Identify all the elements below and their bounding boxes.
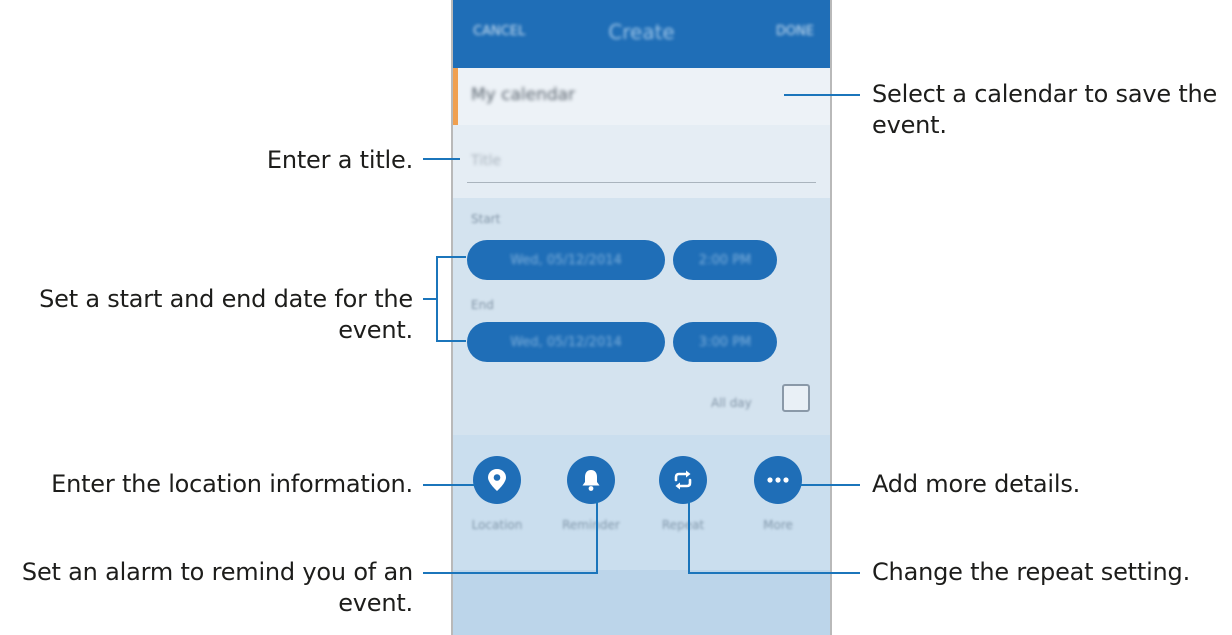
reminder-button[interactable]: [567, 456, 615, 504]
start-date-button[interactable]: Wed, 05/12/2014: [467, 240, 665, 280]
start-label: Start: [471, 212, 501, 226]
callout-line-repeat-vertical: [688, 501, 690, 574]
callout-line-calendar: [784, 94, 860, 96]
action-bar: Location Reminder Repeat More: [453, 435, 830, 570]
bottom-area: [453, 570, 830, 635]
callout-line-location: [423, 484, 475, 486]
title-input[interactable]: Title: [471, 153, 501, 169]
annotation-reminder: Set an alarm to remind you of an event.: [21, 558, 413, 617]
repeat-button[interactable]: [659, 456, 707, 504]
annotation-location: Enter the location information.: [51, 470, 413, 498]
start-time-button[interactable]: 2:00 PM: [673, 240, 777, 280]
callout-line-more: [800, 484, 860, 486]
location-caption: Location: [471, 518, 523, 532]
reminder-caption: Reminder: [562, 518, 620, 532]
title-section: Title: [453, 125, 830, 198]
more-dots-icon: [767, 477, 789, 483]
annotation-more: Add more details.: [872, 470, 1081, 498]
calendar-color-accent: [453, 68, 458, 125]
more-caption: More: [763, 518, 793, 532]
location-pin-icon: [488, 469, 506, 491]
screen-title: Create: [608, 20, 675, 44]
calendar-name: My calendar: [471, 85, 576, 105]
annotation-calendar: Select a calendar to save the event.: [872, 80, 1218, 139]
calendar-selector[interactable]: My calendar: [453, 68, 830, 126]
callout-line-dates: [423, 298, 436, 300]
callout-line-reminder-vertical: [596, 501, 598, 574]
title-underline: [467, 182, 816, 183]
done-button[interactable]: DONE: [776, 24, 814, 39]
callout-line-repeat: [688, 572, 860, 574]
end-time-button[interactable]: 3:00 PM: [673, 322, 777, 362]
bell-icon: [582, 470, 600, 491]
phone-screen: CANCEL Create DONE My calendar Title Sta…: [451, 0, 832, 635]
callout-bracket-dates-bottom: [436, 340, 466, 342]
start-date-text: Wed, 05/12/2014: [510, 252, 622, 268]
annotation-repeat: Change the repeat setting.: [872, 558, 1191, 586]
end-label: End: [471, 298, 494, 312]
annotation-dates: Set a start and end date for the event.: [39, 285, 413, 344]
end-date-button[interactable]: Wed, 05/12/2014: [467, 322, 665, 362]
callout-bracket-dates-top: [436, 256, 466, 258]
location-button[interactable]: [473, 456, 521, 504]
repeat-caption: Repeat: [661, 518, 705, 532]
date-section: Start Wed, 05/12/2014 2:00 PM End Wed, 0…: [453, 198, 830, 435]
callout-bracket-dates: [436, 256, 438, 342]
end-time-text: 3:00 PM: [698, 334, 752, 350]
all-day-label: All day: [711, 396, 752, 410]
more-button[interactable]: [754, 456, 802, 504]
callout-line-title: [423, 158, 460, 160]
callout-line-reminder: [423, 572, 598, 574]
top-bar: CANCEL Create DONE: [453, 0, 830, 68]
all-day-checkbox[interactable]: [782, 384, 810, 412]
annotation-title: Enter a title.: [266, 146, 413, 174]
repeat-icon: [674, 470, 692, 490]
start-time-text: 2:00 PM: [698, 252, 752, 268]
end-date-text: Wed, 05/12/2014: [510, 334, 622, 350]
